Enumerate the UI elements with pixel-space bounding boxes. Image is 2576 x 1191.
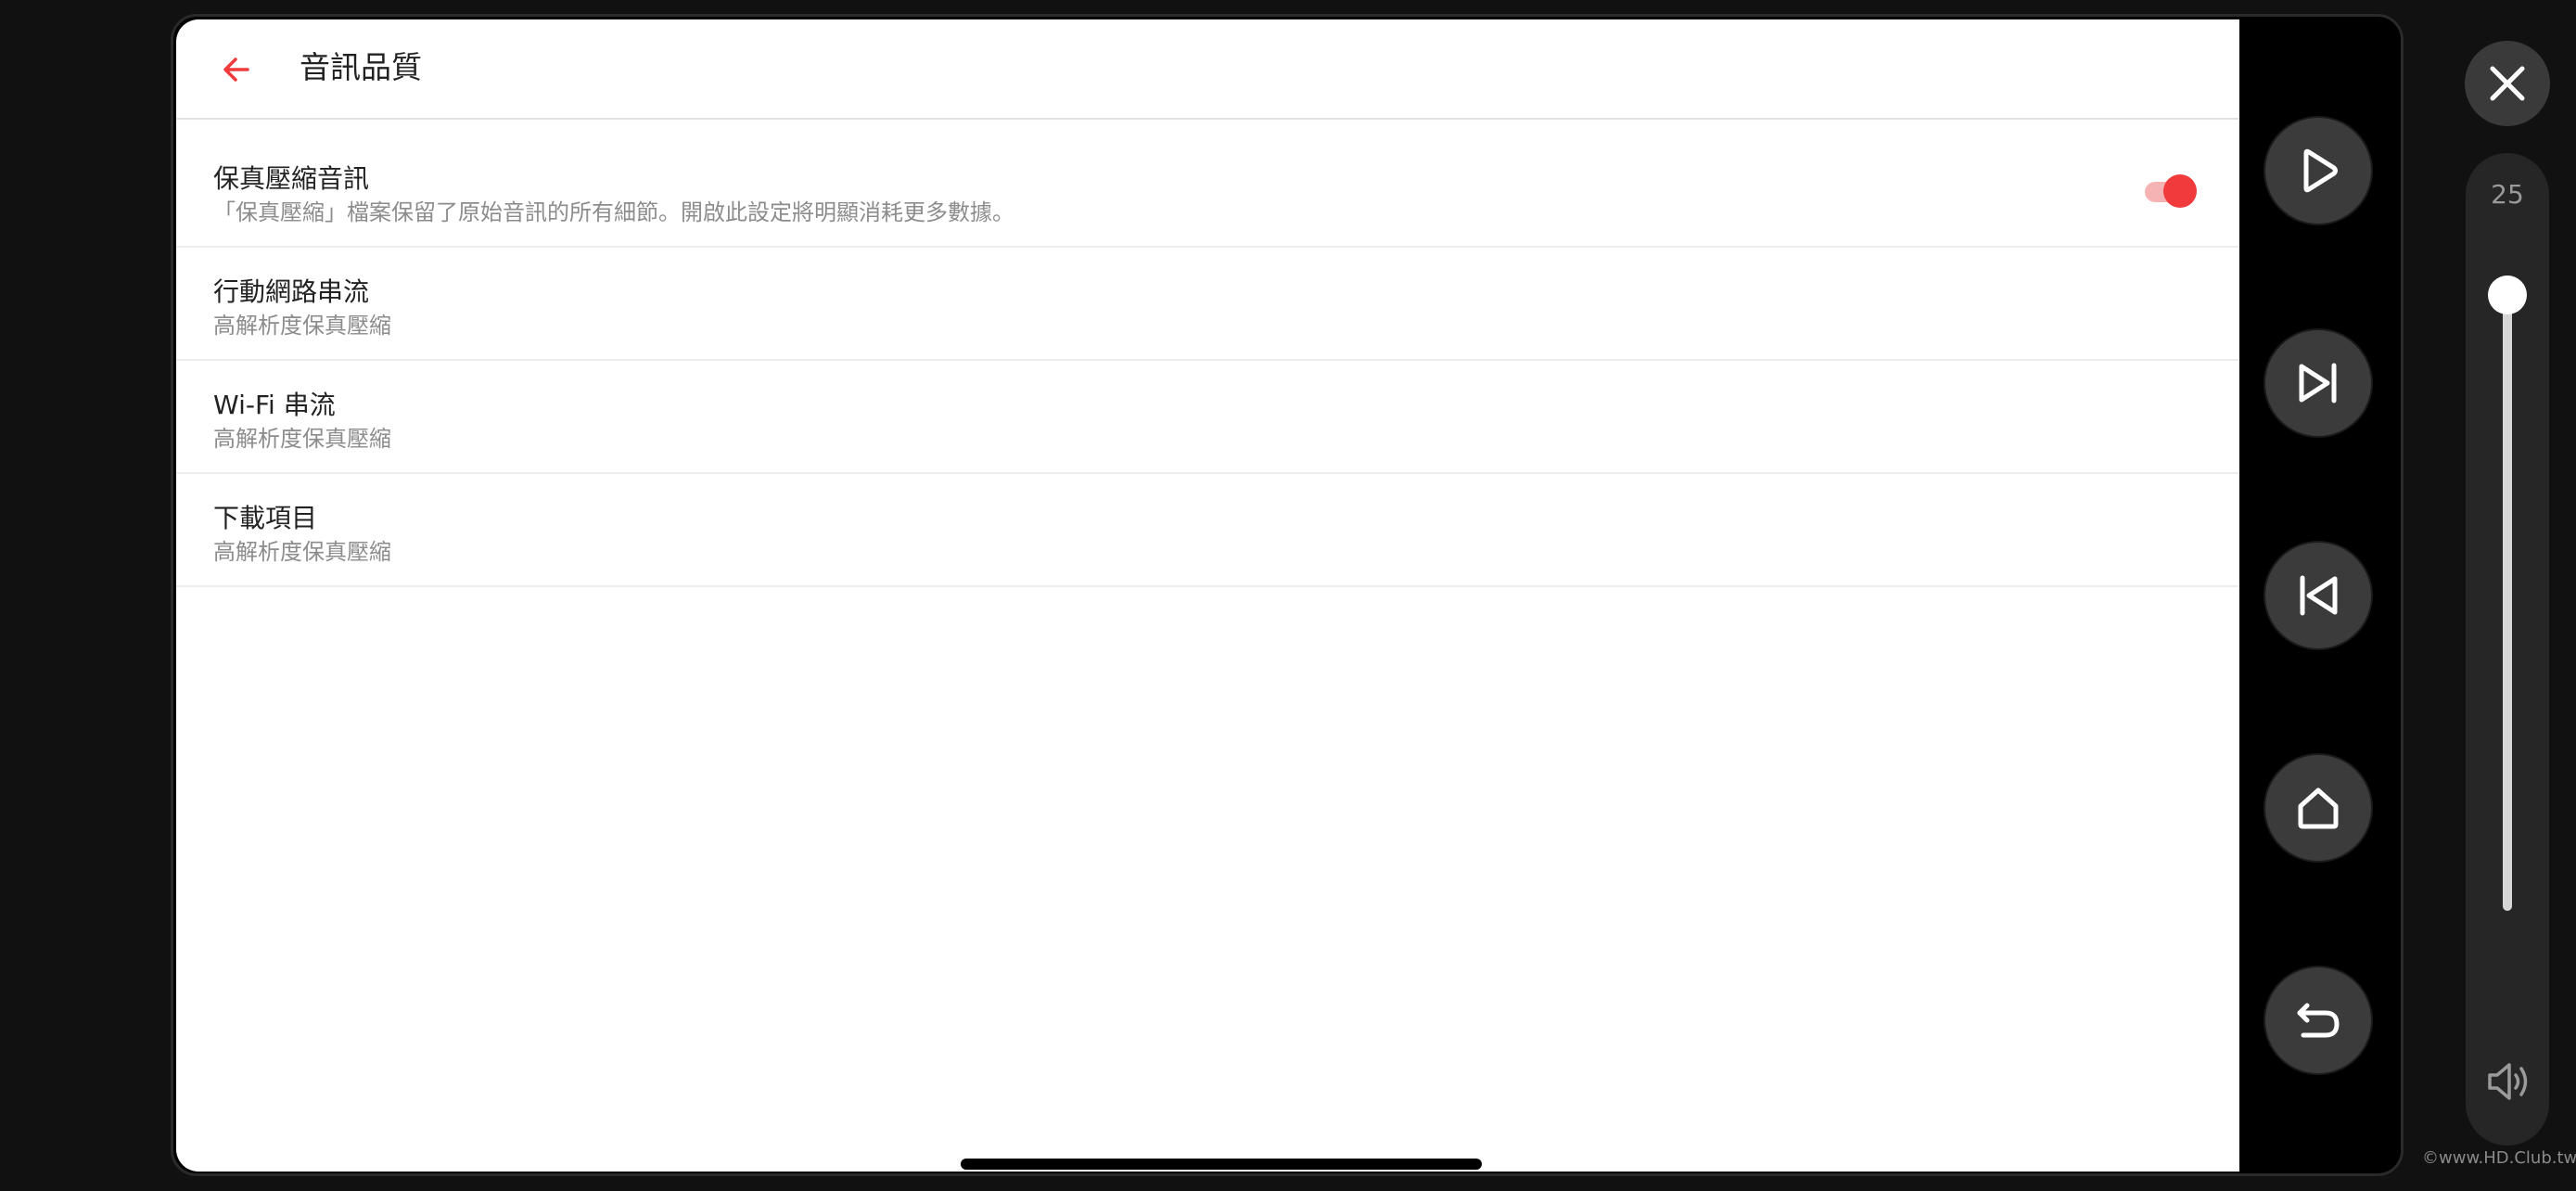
- home-indicator[interactable]: [961, 1159, 1482, 1170]
- setting-row-lossless-audio[interactable]: 保真壓縮音訊 「保真壓縮」檔案保留了原始音訊的所有細節。開啟此設定將明顯消耗更多…: [176, 134, 2239, 248]
- setting-description: 「保真壓縮」檔案保留了原始音訊的所有細節。開啟此設定將明顯消耗更多數據。: [213, 199, 1014, 225]
- skip-back-icon: [2300, 575, 2338, 616]
- skip-forward-icon: [2299, 363, 2337, 403]
- setting-title: Wi-Fi 串流: [213, 390, 336, 420]
- lossless-toggle[interactable]: [2143, 174, 2199, 208]
- volume-panel: 25: [2466, 153, 2549, 1146]
- setting-title: 下載項目: [213, 503, 318, 533]
- control-strip: [2239, 19, 2401, 1172]
- home-icon: [2298, 788, 2339, 829]
- play-icon: [2303, 148, 2338, 193]
- toggle-thumb: [2163, 174, 2197, 208]
- arrow-left-icon: [223, 58, 249, 82]
- top-bar: 音訊品質: [176, 19, 2239, 120]
- return-icon: [2297, 1003, 2340, 1038]
- setting-title: 行動網路串流: [213, 276, 370, 307]
- setting-value: 高解析度保真壓縮: [213, 539, 391, 565]
- close-button[interactable]: [2465, 41, 2550, 126]
- setting-title: 保真壓縮音訊: [213, 163, 370, 194]
- close-icon: [2490, 66, 2525, 101]
- volume-slider-thumb[interactable]: [2488, 275, 2527, 314]
- setting-value: 高解析度保真壓縮: [213, 313, 391, 339]
- setting-row-downloads[interactable]: 下載項目 高解析度保真壓縮: [176, 474, 2239, 587]
- back-button[interactable]: [209, 42, 264, 97]
- page-title: 音訊品質: [300, 49, 422, 85]
- watermark: ©www.HD.Club.tw: [2422, 1148, 2576, 1168]
- volume-slider-track[interactable]: [2503, 294, 2512, 911]
- settings-screen: 音訊品質 保真壓縮音訊 「保真壓縮」檔案保留了原始音訊的所有細節。開啟此設定將明…: [176, 19, 2239, 1172]
- return-button[interactable]: [2264, 966, 2373, 1075]
- setting-row-cellular-streaming[interactable]: 行動網路串流 高解析度保真壓縮: [176, 248, 2239, 361]
- device-frame: 音訊品質 保真壓縮音訊 「保真壓縮」檔案保留了原始音訊的所有細節。開啟此設定將明…: [171, 14, 2404, 1176]
- next-track-button[interactable]: [2264, 328, 2373, 438]
- home-button[interactable]: [2264, 753, 2373, 863]
- speaker-icon[interactable]: [2484, 1057, 2532, 1106]
- setting-value: 高解析度保真壓縮: [213, 426, 391, 452]
- volume-level: 25: [2491, 179, 2524, 210]
- play-button[interactable]: [2264, 116, 2373, 225]
- setting-row-wifi-streaming[interactable]: Wi-Fi 串流 高解析度保真壓縮: [176, 361, 2239, 474]
- previous-track-button[interactable]: [2264, 541, 2373, 650]
